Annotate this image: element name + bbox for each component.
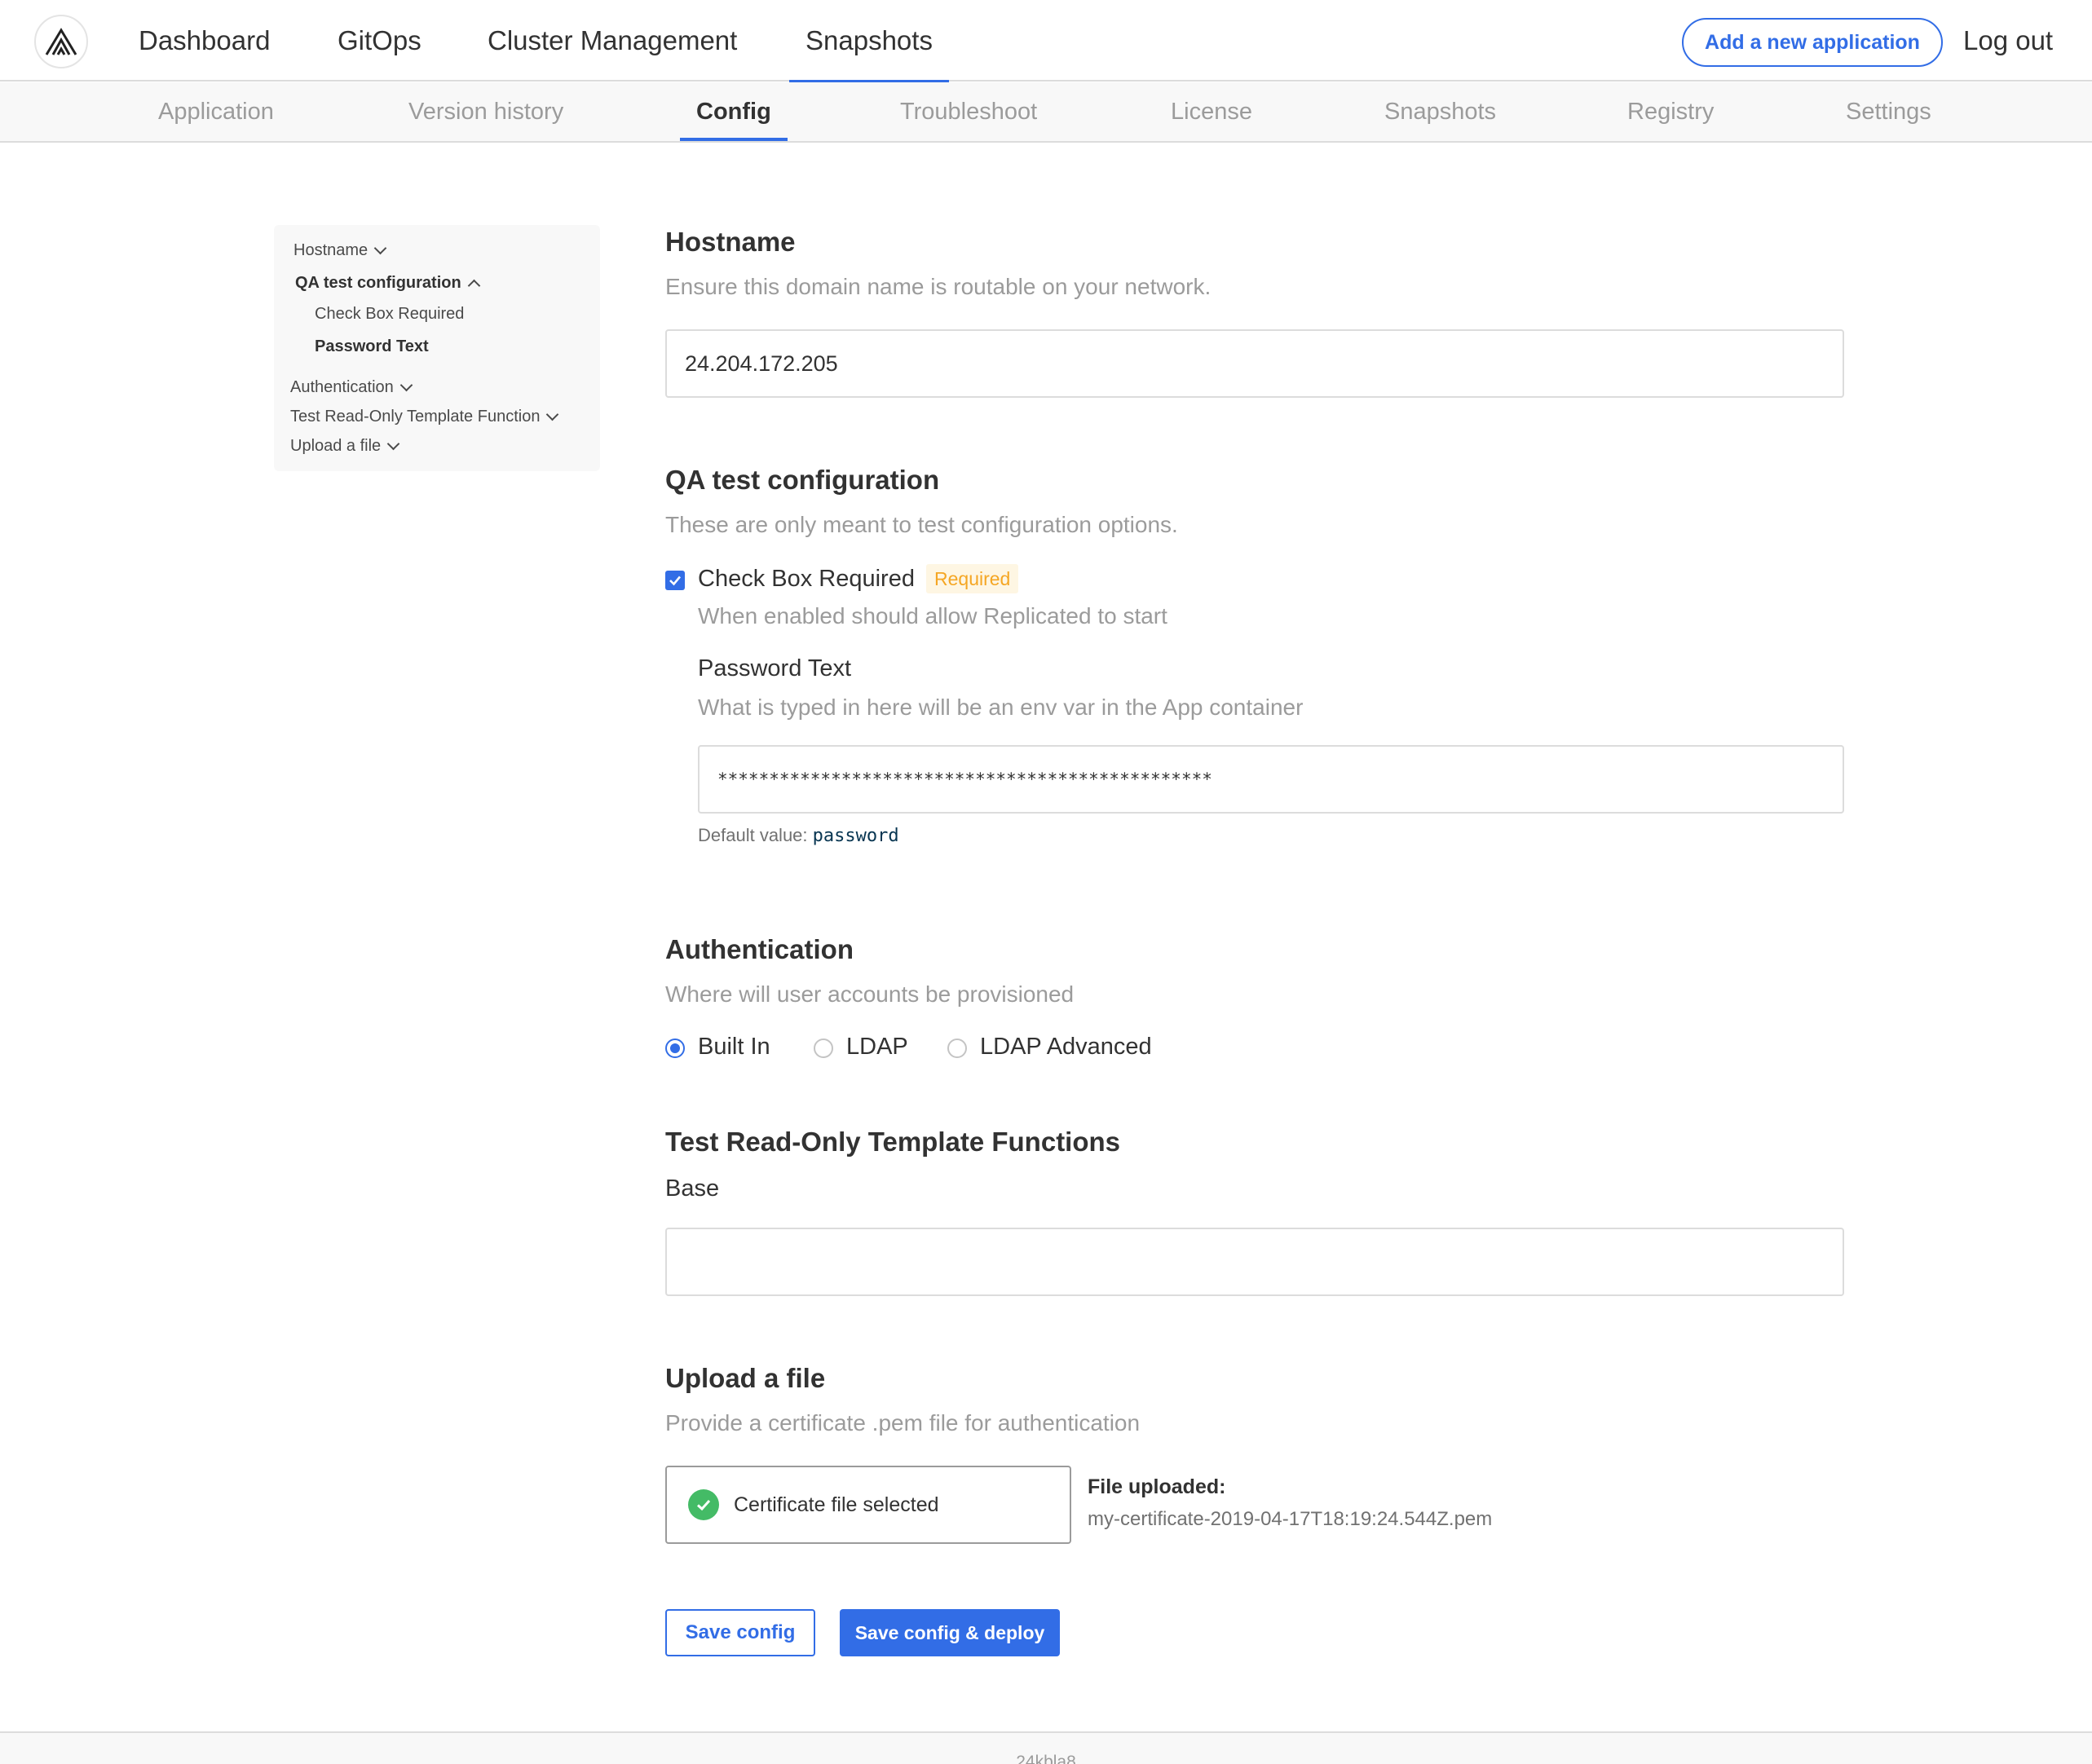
- sidebar-item-qa-test-configuration[interactable]: QA test configuration: [295, 274, 480, 293]
- sidebar-item-label: Check Box Required: [315, 305, 465, 323]
- base-input[interactable]: [665, 1228, 1844, 1296]
- tab-application[interactable]: Application: [158, 82, 274, 141]
- group-title-qa-test-configuration: QA test configuration: [665, 465, 940, 495]
- chevron-down-icon: [386, 437, 400, 451]
- tab-license[interactable]: License: [1171, 82, 1252, 141]
- default-value-code: password: [812, 826, 899, 846]
- sidebar-item-check-box-required[interactable]: Check Box Required: [315, 305, 464, 324]
- replicated-logo-icon[interactable]: [34, 15, 88, 68]
- check-box-required-checkbox[interactable]: [665, 571, 685, 590]
- sidebar-item-label: Hostname: [293, 241, 369, 259]
- radio-ldap-label[interactable]: LDAP: [846, 1034, 908, 1061]
- check-box-help-text: When enabled should allow Replicated to …: [698, 603, 1167, 628]
- nav-cluster-management[interactable]: Cluster Management: [488, 0, 737, 82]
- radio-built-in-label[interactable]: Built In: [698, 1034, 770, 1061]
- file-upload-dropzone[interactable]: Certificate file selected: [665, 1466, 1071, 1544]
- group-title-upload-a-file: Upload a file: [665, 1363, 826, 1393]
- config-sidebar: Hostname QA test configuration Check Box…: [274, 225, 600, 471]
- tab-snapshots[interactable]: Snapshots: [1384, 82, 1496, 141]
- default-value-prefix: Default value:: [698, 825, 808, 845]
- base-label: Base: [665, 1175, 720, 1202]
- app-sub-nav: Application Version history Config Troub…: [0, 82, 2092, 143]
- tab-settings[interactable]: Settings: [1846, 82, 1931, 141]
- sidebar-item-label: Test Read-Only Template Function: [290, 408, 541, 426]
- sidebar-item-authentication[interactable]: Authentication: [290, 378, 413, 397]
- sidebar-item-label: QA test configuration: [295, 274, 461, 292]
- sidebar-item-test-read-only-template-function[interactable]: Test Read-Only Template Function: [290, 408, 559, 426]
- password-text-label: Password Text: [698, 655, 852, 681]
- checkmark-icon: [669, 576, 681, 586]
- save-config-deploy-button[interactable]: Save config & deploy: [840, 1609, 1060, 1656]
- footer: 24kbla8: [0, 1731, 2092, 1764]
- uploaded-file-name: my-certificate-2019-04-17T18:19:24.544Z.…: [1088, 1508, 1493, 1530]
- sidebar-item-label: Password Text: [315, 337, 429, 355]
- nav-gitops[interactable]: GitOps: [338, 0, 421, 82]
- sidebar-item-label: Authentication: [290, 378, 394, 396]
- upload-help-text: Provide a certificate .pem file for auth…: [665, 1410, 1141, 1435]
- password-help-text: What is typed in here will be an env var…: [698, 695, 1304, 720]
- sidebar-item-hostname[interactable]: Hostname: [293, 241, 387, 260]
- radio-ldap-advanced-label[interactable]: LDAP Advanced: [980, 1034, 1152, 1061]
- check-circle-icon: [688, 1489, 719, 1520]
- tab-version-history[interactable]: Version history: [408, 82, 563, 141]
- chevron-up-icon: [467, 279, 480, 293]
- qa-help-text: These are only meant to test configurati…: [665, 512, 1178, 537]
- top-nav: Dashboard GitOps Cluster Management Snap…: [0, 0, 2092, 83]
- nav-snapshots[interactable]: Snapshots: [789, 0, 949, 83]
- hostname-help-text: Ensure this domain name is routable on y…: [665, 274, 1212, 299]
- logout-link[interactable]: Log out: [1963, 0, 2053, 82]
- chevron-down-icon: [546, 408, 559, 421]
- radio-ldap-advanced[interactable]: [947, 1039, 967, 1058]
- save-config-button[interactable]: Save config: [665, 1609, 815, 1656]
- group-title-hostname: Hostname: [665, 227, 796, 257]
- add-new-application-button[interactable]: Add a new application: [1682, 18, 1943, 67]
- password-text-input[interactable]: ****************************************…: [698, 745, 1844, 814]
- check-box-required-label[interactable]: Check Box Required: [698, 566, 915, 593]
- chevron-down-icon: [373, 241, 387, 255]
- required-badge: Required: [926, 564, 1019, 593]
- tab-troubleshoot[interactable]: Troubleshoot: [900, 82, 1037, 141]
- sidebar-item-label: Upload a file: [290, 437, 382, 455]
- radio-built-in[interactable]: [665, 1039, 685, 1058]
- sidebar-item-password-text[interactable]: Password Text: [315, 337, 429, 356]
- version-text: 24kbla8: [1016, 1753, 1076, 1764]
- tab-registry[interactable]: Registry: [1627, 82, 1714, 141]
- chevron-down-icon: [399, 378, 413, 392]
- file-uploaded-label: File uploaded:: [1088, 1475, 1226, 1498]
- group-title-authentication: Authentication: [665, 934, 854, 964]
- sidebar-item-upload-a-file[interactable]: Upload a file: [290, 437, 400, 456]
- hostname-input[interactable]: 24.204.172.205: [665, 329, 1844, 398]
- auth-help-text: Where will user accounts be provisioned: [665, 981, 1075, 1007]
- group-title-template-functions: Test Read-Only Template Functions: [665, 1127, 1121, 1157]
- password-default-value: Default value: password: [698, 825, 899, 846]
- tab-config[interactable]: Config: [680, 82, 788, 141]
- radio-ldap[interactable]: [814, 1039, 833, 1058]
- nav-dashboard[interactable]: Dashboard: [139, 0, 270, 82]
- upload-box-label: Certificate file selected: [734, 1493, 939, 1516]
